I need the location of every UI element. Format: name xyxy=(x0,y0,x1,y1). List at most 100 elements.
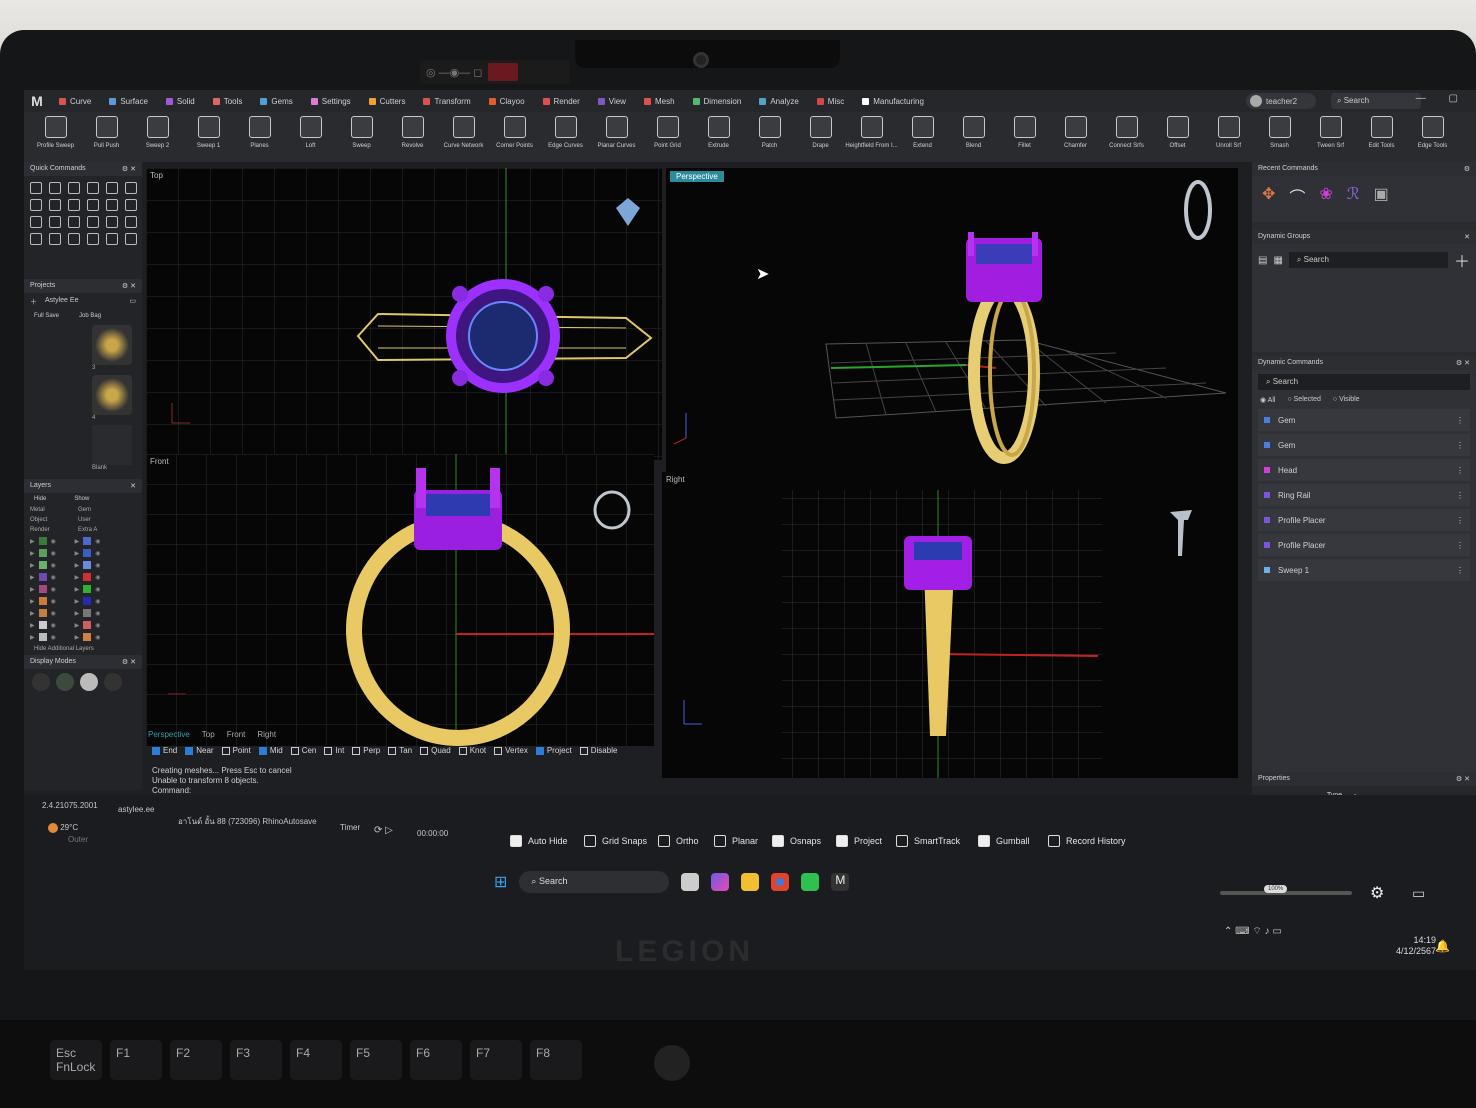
system-clock[interactable]: 14:19 4/12/2567 xyxy=(1396,935,1436,957)
menu-tab[interactable]: Manufacturing xyxy=(853,90,933,112)
quick-command-icon[interactable] xyxy=(125,233,137,245)
project-selector[interactable]: ＋ Astylee Ee ▭ xyxy=(24,293,142,311)
dynamic-command-item[interactable]: Profile Placer ⋮ xyxy=(1258,509,1470,531)
quick-command-icon[interactable] xyxy=(30,199,42,211)
expand-icon[interactable]: ▶ xyxy=(30,550,35,557)
expand-icon[interactable]: ▶ xyxy=(30,598,35,605)
toolbar-button[interactable]: Pull Push xyxy=(81,112,132,149)
power-button-icon[interactable] xyxy=(654,1045,690,1081)
quick-command-icon[interactable] xyxy=(87,199,99,211)
eye-icon[interactable]: ◉ xyxy=(51,574,71,581)
osnap-checkbox[interactable]: Int xyxy=(324,746,344,755)
layer-color-swatch[interactable] xyxy=(38,585,47,593)
chat-icon[interactable]: ▭ xyxy=(1412,885,1425,902)
toolbar-button[interactable]: Sweep 2 xyxy=(132,112,183,149)
toolbar-button[interactable]: Revolve xyxy=(387,112,438,149)
toolbar-button[interactable]: Edge Curves xyxy=(540,112,591,149)
layer-color-swatch[interactable] xyxy=(83,621,92,629)
menu-tab[interactable]: Solid xyxy=(157,90,204,112)
quick-command-icon[interactable] xyxy=(87,233,99,245)
app-logo[interactable]: M xyxy=(24,93,50,109)
eye-icon[interactable]: ◉ xyxy=(95,634,100,641)
toolbar-button[interactable]: Unroll Srf xyxy=(1203,112,1254,149)
eye-icon[interactable]: ◉ xyxy=(51,598,71,605)
dynamic-command-item[interactable]: Profile Placer ⋮ xyxy=(1258,534,1470,556)
status-toggle[interactable]: Osnaps xyxy=(772,835,821,847)
filter-radio[interactable]: ◉ All xyxy=(1260,396,1275,404)
show-layers-button[interactable]: Show xyxy=(74,496,89,502)
viewport-label-top[interactable]: Top xyxy=(150,171,163,180)
expand-icon[interactable]: ▶ xyxy=(75,550,80,557)
gear-icon[interactable]: ⚙ xyxy=(1370,883,1384,903)
quick-command-icon[interactable] xyxy=(49,233,61,245)
dynamic-command-item[interactable]: Head ⋮ xyxy=(1258,459,1470,481)
more-options-icon[interactable]: ⋮ xyxy=(1456,541,1464,550)
gear-icon[interactable]: ⚙ xyxy=(1464,165,1470,173)
more-options-icon[interactable]: ⋮ xyxy=(1456,566,1464,575)
eye-icon[interactable]: ◉ xyxy=(95,586,100,593)
toolbar-button[interactable]: Chamfer xyxy=(1050,112,1101,149)
menu-tab[interactable]: Gems xyxy=(251,90,301,112)
layer-color-swatch[interactable] xyxy=(83,597,92,605)
dynamic-commands-search[interactable]: ⌕ Search xyxy=(1258,374,1470,390)
osnap-checkbox[interactable]: Perp xyxy=(352,746,380,755)
quick-command-icon[interactable] xyxy=(49,216,61,228)
osnap-checkbox[interactable]: End xyxy=(152,746,177,755)
terminal-icon[interactable]: ▣ xyxy=(1374,184,1389,208)
toolbar-button[interactable]: Profile Sweep xyxy=(30,112,81,149)
matrix-app-icon[interactable]: M xyxy=(831,873,850,891)
osnap-checkbox[interactable]: Knot xyxy=(458,746,486,755)
quick-command-icon[interactable] xyxy=(68,199,80,211)
layer-color-swatch[interactable] xyxy=(38,561,47,569)
menu-tab[interactable]: Dimension xyxy=(684,90,751,112)
viewport-front[interactable]: Front xyxy=(146,454,654,746)
toolbar-button[interactable]: Planar Curves xyxy=(591,112,642,149)
system-tray-icons[interactable]: ⌃ ⌨ ⌔ ♪ ▭ xyxy=(1224,925,1282,938)
status-toggle[interactable]: Auto Hide xyxy=(510,835,568,847)
toolbar-button[interactable]: Curve Network xyxy=(438,112,489,149)
eye-icon[interactable]: ◉ xyxy=(95,550,100,557)
osnap-checkbox[interactable]: Mid xyxy=(258,746,283,755)
status-toggle[interactable]: Planar xyxy=(714,835,758,847)
toolbar-button[interactable]: Point Grid xyxy=(642,112,693,149)
recent-command-icon[interactable]: ❀ xyxy=(1319,184,1332,208)
osnap-checkbox[interactable]: Tan xyxy=(388,746,412,755)
expand-icon[interactable]: ▶ xyxy=(75,622,80,629)
expand-icon[interactable]: ▶ xyxy=(75,598,80,605)
toolbar-button[interactable]: Heightfield From I... xyxy=(845,112,898,149)
eye-icon[interactable]: ◉ xyxy=(51,622,71,629)
layer-color-swatch[interactable] xyxy=(83,549,92,557)
task-view-icon[interactable] xyxy=(681,873,700,891)
status-toggle[interactable]: Record History xyxy=(1048,835,1126,847)
quick-command-icon[interactable] xyxy=(87,182,99,194)
zoom-slider[interactable]: 100% xyxy=(1220,885,1352,895)
viewport-tab[interactable]: Perspective xyxy=(148,730,190,744)
line-app-icon[interactable] xyxy=(801,873,820,891)
toolbar-button[interactable]: Drape xyxy=(795,112,846,149)
weather-widget[interactable]: 29°C xyxy=(48,823,78,833)
expand-icon[interactable]: ▶ xyxy=(30,538,35,545)
full-save-button[interactable]: Full Save xyxy=(34,313,59,319)
folder-icon[interactable]: ▭ xyxy=(129,297,136,307)
viewport-perspective[interactable]: Perspective ➤ xyxy=(666,168,1238,478)
eye-icon[interactable]: ◉ xyxy=(95,598,100,605)
viewport-tab[interactable]: Front xyxy=(227,730,246,744)
layer-color-swatch[interactable] xyxy=(83,537,92,545)
more-options-icon[interactable]: ⋮ xyxy=(1456,466,1464,475)
layer-color-swatch[interactable] xyxy=(38,621,47,629)
user-badge[interactable]: teacher2 xyxy=(1246,93,1316,109)
osnap-checkbox[interactable]: Vertex xyxy=(494,746,528,755)
toolbar-button[interactable]: Offset xyxy=(1152,112,1203,149)
eye-icon[interactable]: ◉ xyxy=(95,622,100,629)
layer-color-swatch[interactable] xyxy=(38,537,47,545)
layer-color-swatch[interactable] xyxy=(83,633,92,641)
menu-tab[interactable]: Transform xyxy=(414,90,479,112)
status-toggle[interactable]: SmartTrack xyxy=(896,835,960,847)
expand-icon[interactable]: ▶ xyxy=(30,586,35,593)
quick-command-icon[interactable] xyxy=(87,216,99,228)
layer-row[interactable]: ▶ ◉ ▶ ◉ xyxy=(24,607,142,619)
copilot-icon[interactable] xyxy=(711,873,730,891)
more-options-icon[interactable]: ⋮ xyxy=(1456,516,1464,525)
expand-icon[interactable]: ▶ xyxy=(30,634,35,641)
menu-tab[interactable]: Tools xyxy=(204,90,252,112)
